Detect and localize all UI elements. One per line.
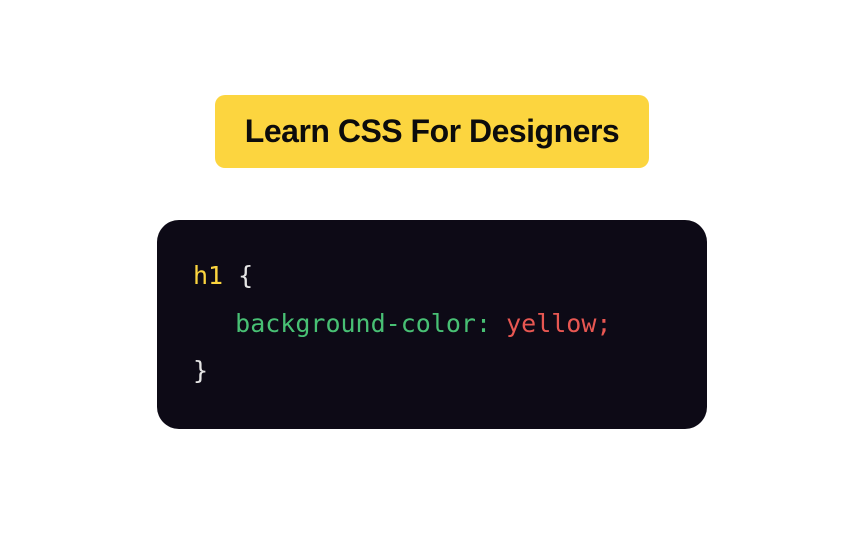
css-selector: h1 [193,261,223,290]
close-brace: } [193,356,208,385]
code-line-1: h1 { [193,252,671,300]
code-line-2: background-color: yellow; [193,300,671,348]
code-block: h1 { background-color: yellow; } [157,220,707,429]
css-colon: : [476,309,491,338]
code-line-3: } [193,347,671,395]
css-semicolon: ; [596,309,611,338]
open-brace: { [238,261,253,290]
page-title: Learn CSS For Designers [245,113,619,150]
css-value: yellow [506,309,596,338]
css-property: background-color [235,309,476,338]
title-highlight-box: Learn CSS For Designers [215,95,649,168]
